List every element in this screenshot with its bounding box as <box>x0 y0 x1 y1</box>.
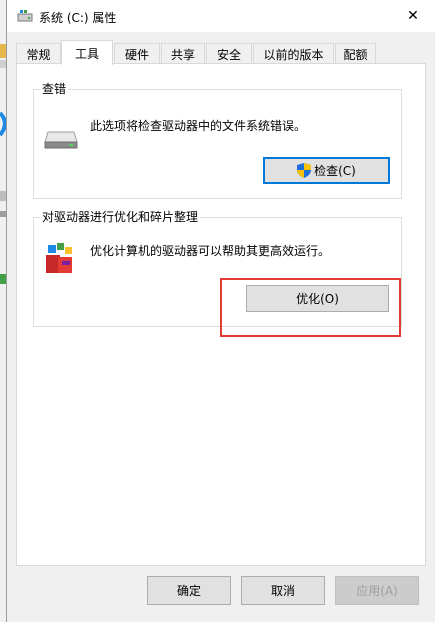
tab-quota[interactable]: 配额 <box>335 43 376 64</box>
tab-sharing[interactable]: 共享 <box>161 43 205 64</box>
window-title: 系统 (C:) 属性 <box>39 11 117 25</box>
optimize-description: 优化计算机的驱动器可以帮助其更高效运行。 <box>90 244 331 258</box>
tab-previous-versions[interactable]: 以前的版本 <box>253 43 334 64</box>
check-button-label: 检查(C) <box>314 164 356 178</box>
defrag-icon <box>46 243 72 273</box>
error-checking-description: 此选项将检查驱动器中的文件系统错误。 <box>90 119 307 133</box>
tab-general[interactable]: 常规 <box>16 43 61 64</box>
optimize-title: 对驱动器进行优化和碎片整理 <box>40 209 201 225</box>
error-checking-title: 查错 <box>40 81 69 97</box>
tab-tools[interactable]: 工具 <box>61 40 113 65</box>
tab-security[interactable]: 安全 <box>206 43 252 64</box>
tab-hardware[interactable]: 硬件 <box>114 43 160 64</box>
ok-button[interactable]: 确定 <box>147 576 231 605</box>
cancel-button[interactable]: 取消 <box>241 576 325 605</box>
title-bar: 系统 (C:) 属性 ✕ <box>7 0 435 32</box>
close-button[interactable]: ✕ <box>390 0 435 32</box>
apply-button: 应用(A) <box>335 576 419 605</box>
highlight-annotation-box <box>220 278 401 337</box>
drive-icon <box>44 131 78 149</box>
uac-shield-icon <box>297 163 312 178</box>
check-button[interactable]: 检查(C) <box>263 157 390 184</box>
error-checking-group: 查错 此选项将检查驱动器中的文件系统错误。 检查(C) <box>33 81 402 199</box>
close-icon: ✕ <box>407 8 419 24</box>
drive-title-icon <box>17 10 33 22</box>
